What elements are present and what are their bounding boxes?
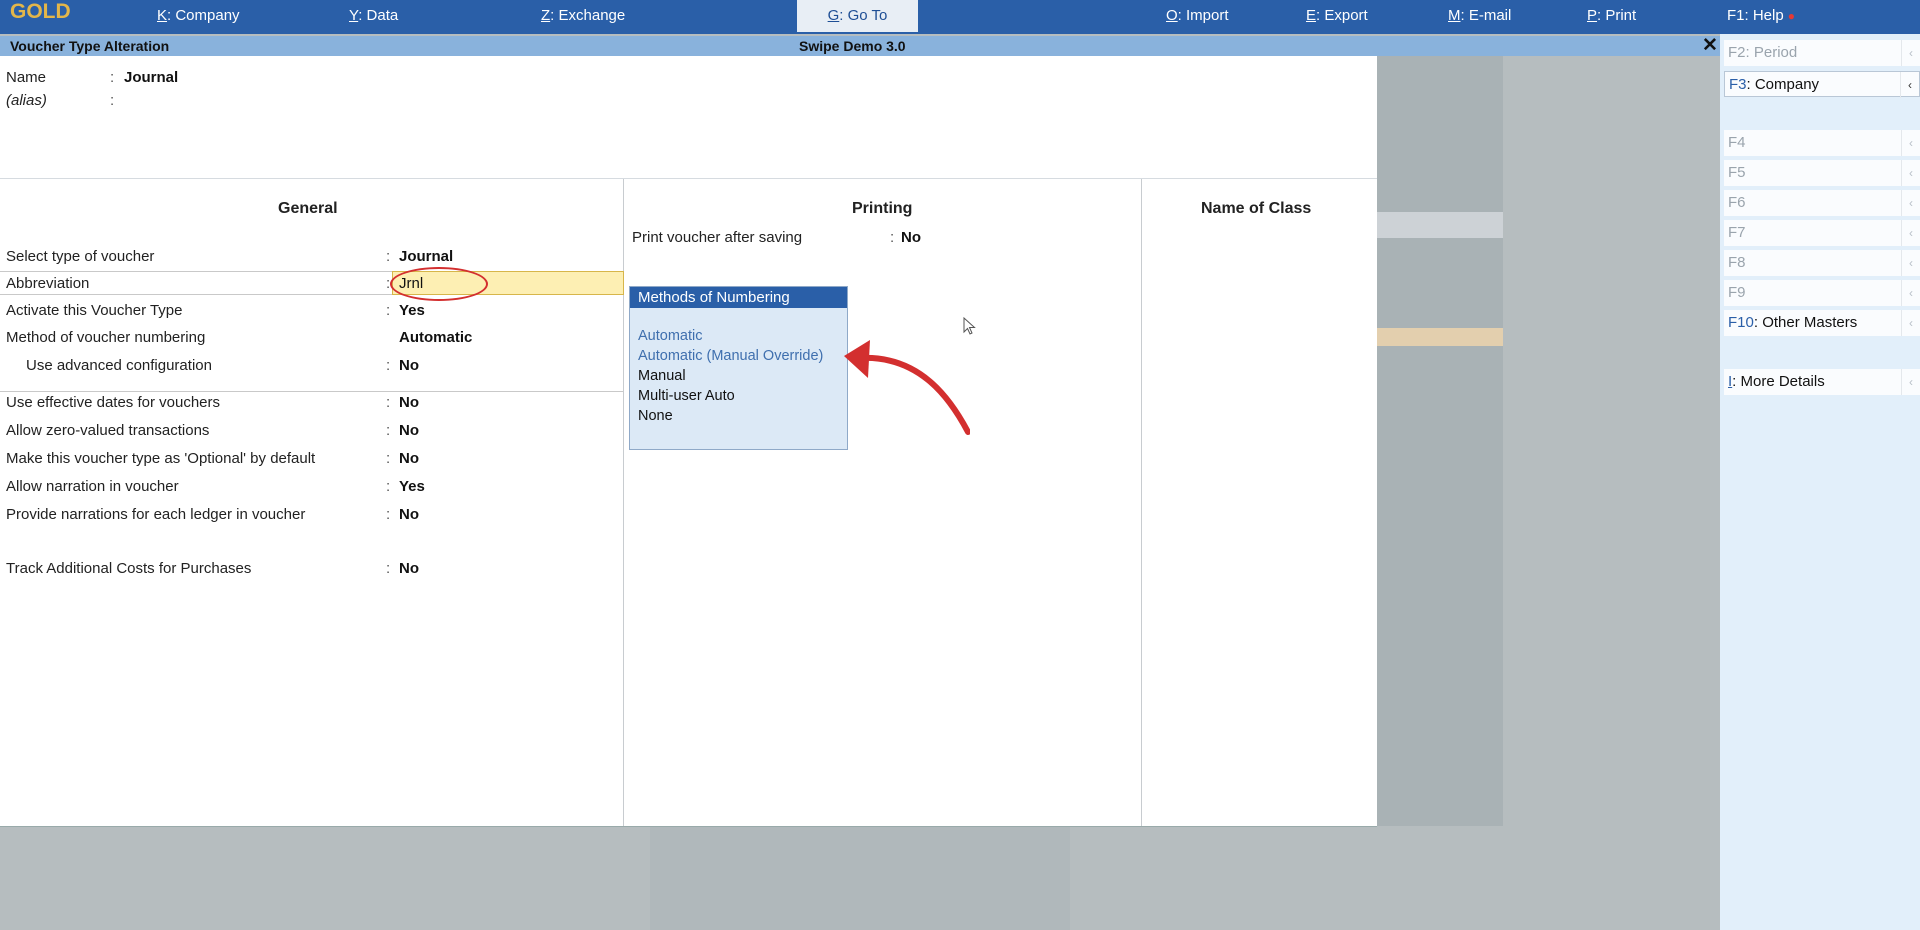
help-indicator-icon: ●: [1787, 9, 1795, 23]
field-label: Track Additional Costs for Purchases: [6, 560, 252, 577]
menu-email[interactable]: M: E-mail: [1448, 0, 1511, 34]
numbering-method-field[interactable]: Automatic: [399, 329, 472, 346]
sidebar-item-more-details[interactable]: I: More Details ‹: [1724, 369, 1920, 395]
divider: [1141, 179, 1142, 826]
chevron-left-icon: ‹: [1901, 280, 1920, 306]
background-pane: [1377, 56, 1503, 826]
field-label: Activate this Voucher Type: [6, 302, 183, 319]
field-label: Print voucher after saving: [632, 229, 803, 246]
window-title-bar: Voucher Type Alteration Swipe Demo 3.0 ✕: [0, 34, 1720, 57]
alias-label: (alias): [6, 92, 47, 109]
sidebar-item-f6[interactable]: F6 ‹: [1724, 190, 1920, 216]
list-title: Methods of Numbering: [630, 287, 847, 308]
annotation-arrow-icon: [844, 340, 970, 435]
colon: :: [386, 478, 391, 495]
colon: :: [110, 92, 115, 109]
chevron-left-icon: ‹: [1901, 40, 1920, 66]
chevron-left-icon: ‹: [1901, 310, 1920, 336]
menu-data[interactable]: Y: Data: [349, 0, 398, 34]
printing-heading: Printing: [852, 200, 913, 217]
field-label: Select type of voucher: [6, 248, 155, 265]
additional-costs-field[interactable]: No: [399, 560, 419, 577]
close-icon[interactable]: ✕: [1702, 34, 1718, 57]
print-after-saving-field[interactable]: No: [901, 229, 921, 246]
list-item[interactable]: Multi-user Auto: [638, 388, 735, 404]
colon: :: [386, 560, 391, 577]
colon: :: [386, 302, 391, 319]
abbreviation-field[interactable]: Jrnl: [399, 275, 423, 292]
background-strip: [1377, 328, 1503, 346]
field-label: Allow zero-valued transactions: [6, 422, 210, 439]
sidebar-item-company[interactable]: F3: Company ‹: [1724, 71, 1920, 98]
sidebar-item-f5[interactable]: F5 ‹: [1724, 160, 1920, 186]
menu-go-to[interactable]: G: Go To: [797, 0, 918, 32]
chevron-left-icon: ‹: [1900, 72, 1919, 98]
menu-print[interactable]: P: Print: [1587, 0, 1636, 34]
mouse-cursor-icon: [963, 317, 976, 335]
name-of-class-heading: Name of Class: [1201, 200, 1312, 217]
field-label: Use advanced configuration: [26, 357, 212, 374]
sidebar-item-f9[interactable]: F9 ‹: [1724, 280, 1920, 306]
general-heading: General: [278, 200, 338, 217]
chevron-left-icon: ‹: [1901, 369, 1920, 395]
menu-company[interactable]: K: Company: [157, 0, 240, 34]
sidebar-item-f7[interactable]: F7 ‹: [1724, 220, 1920, 246]
sidebar-item-f8[interactable]: F8 ‹: [1724, 250, 1920, 276]
list-item[interactable]: Automatic (Manual Override): [638, 348, 823, 364]
divider: [0, 178, 1377, 179]
colon: :: [386, 394, 391, 411]
background-strip: [1377, 212, 1503, 238]
zero-valued-field[interactable]: No: [399, 422, 419, 439]
menu-exchange[interactable]: Z: Exchange: [541, 0, 625, 34]
chevron-left-icon: ‹: [1901, 160, 1920, 186]
advanced-config-field[interactable]: No: [399, 357, 419, 374]
screen-title: Voucher Type Alteration: [10, 38, 170, 54]
sidebar-item-period[interactable]: F2: Period ‹: [1724, 40, 1920, 66]
methods-of-numbering-list: Methods of Numbering Automatic Automatic…: [629, 286, 848, 450]
company-name: Swipe Demo 3.0: [799, 38, 906, 54]
top-menu-bar: GOLD K: Company Y: Data Z: Exchange G: G…: [0, 0, 1920, 34]
field-label: Provide narrations for each ledger in vo…: [6, 506, 306, 523]
colon: :: [386, 275, 391, 292]
chevron-left-icon: ‹: [1901, 190, 1920, 216]
colon: :: [890, 229, 895, 246]
activate-field[interactable]: Yes: [399, 302, 425, 319]
background-pane: [650, 827, 1070, 930]
sidebar-item-f4[interactable]: F4 ‹: [1724, 130, 1920, 156]
name-label: Name: [6, 69, 47, 86]
menu-export[interactable]: E: Export: [1306, 0, 1368, 34]
chevron-left-icon: ‹: [1901, 130, 1920, 156]
name-field[interactable]: Journal: [124, 69, 178, 86]
effective-dates-field[interactable]: No: [399, 394, 419, 411]
chevron-left-icon: ‹: [1901, 220, 1920, 246]
product-brand: GOLD: [10, 0, 71, 23]
field-label: Allow narration in voucher: [6, 478, 179, 495]
field-label: Abbreviation: [6, 275, 90, 292]
colon: :: [110, 69, 115, 86]
colon: :: [386, 450, 391, 467]
field-label: Make this voucher type as 'Optional' by …: [6, 450, 316, 467]
list-item[interactable]: Automatic: [638, 328, 702, 344]
ledger-narration-field[interactable]: No: [399, 506, 419, 523]
voucher-type-field[interactable]: Journal: [399, 248, 453, 265]
field-label: Method of voucher numbering: [6, 329, 206, 346]
colon: :: [386, 248, 391, 265]
list-item[interactable]: Manual: [638, 368, 686, 384]
narration-field[interactable]: Yes: [399, 478, 425, 495]
sidebar-item-other-masters[interactable]: F10: Other Masters ‹: [1724, 310, 1920, 336]
chevron-left-icon: ‹: [1901, 250, 1920, 276]
colon: :: [386, 422, 391, 439]
menu-help[interactable]: F1: Help ●: [1727, 0, 1795, 34]
field-label: Use effective dates for vouchers: [6, 394, 220, 411]
function-key-sidebar: F2: Period ‹ F3: Company ‹ F4 ‹ F5 ‹ F6 …: [1720, 34, 1920, 930]
optional-default-field[interactable]: No: [399, 450, 419, 467]
colon: :: [386, 506, 391, 523]
menu-import[interactable]: O: Import: [1166, 0, 1229, 34]
divider: [0, 391, 623, 392]
list-item[interactable]: None: [638, 408, 673, 424]
colon: :: [386, 357, 391, 374]
